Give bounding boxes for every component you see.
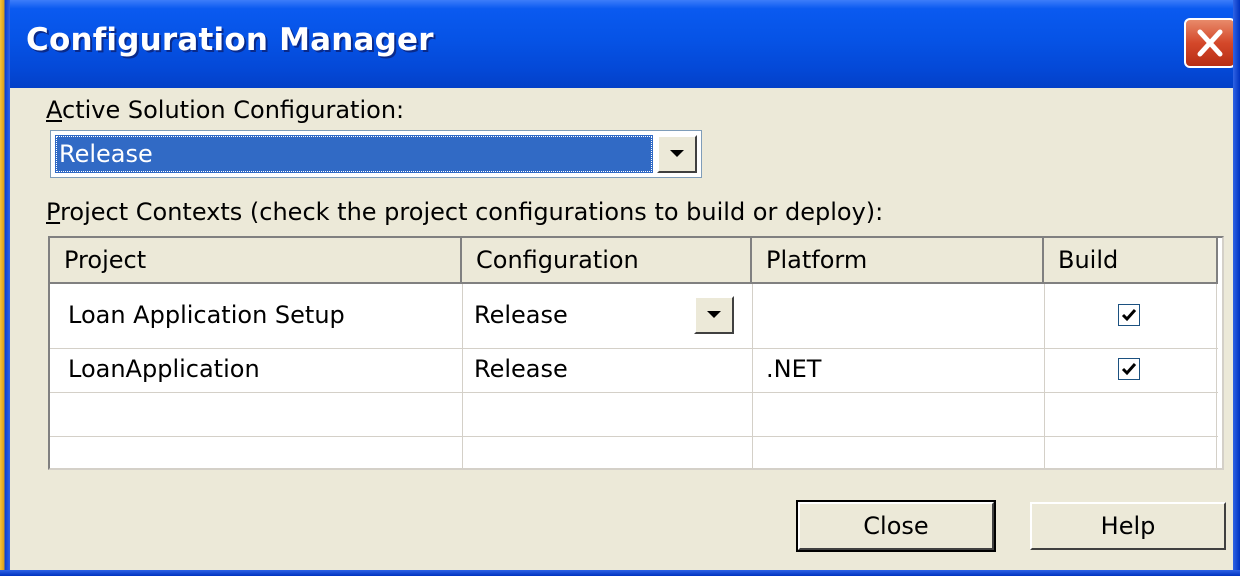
project-contexts-label-text: roject Contexts (check the project confi… bbox=[60, 198, 884, 226]
active-config-dropdown-button[interactable] bbox=[657, 135, 697, 173]
close-icon bbox=[1197, 29, 1223, 57]
window-title: Configuration Manager bbox=[26, 22, 434, 58]
row-1-build-checkbox[interactable] bbox=[1118, 304, 1140, 326]
column-header-build[interactable]: Build bbox=[1044, 238, 1218, 284]
row-1-configuration[interactable]: Release bbox=[474, 300, 568, 330]
configuration-manager-window: Configuration Manager Active Solution Co… bbox=[0, 0, 1240, 576]
grid-column-divider bbox=[1216, 284, 1217, 468]
grid-row-divider bbox=[50, 436, 1218, 437]
column-header-configuration[interactable]: Configuration bbox=[462, 238, 752, 284]
active-config-accel: A bbox=[46, 96, 62, 124]
help-button[interactable]: Help bbox=[1030, 502, 1226, 550]
title-bar[interactable]: Configuration Manager bbox=[0, 0, 1240, 88]
grid-column-divider bbox=[1044, 284, 1045, 468]
row-1-configuration-dropdown[interactable] bbox=[694, 296, 734, 334]
row-2-configuration[interactable]: Release bbox=[474, 354, 568, 384]
project-contexts-accel: P bbox=[46, 198, 61, 226]
window-frame-bottom bbox=[0, 570, 1240, 576]
row-1-project[interactable]: Loan Application Setup bbox=[68, 300, 345, 330]
grid-column-divider bbox=[462, 284, 463, 468]
grid-row-divider bbox=[50, 392, 1218, 393]
active-config-label: Active Solution Configuration: bbox=[46, 96, 404, 124]
active-config-value: Release bbox=[55, 135, 653, 173]
grid-row-divider bbox=[50, 348, 1218, 349]
window-close-button[interactable] bbox=[1184, 18, 1236, 68]
window-frame-left bbox=[0, 0, 10, 576]
close-button[interactable]: Close bbox=[796, 500, 996, 552]
column-header-platform[interactable]: Platform bbox=[752, 238, 1044, 284]
column-header-project[interactable]: Project bbox=[50, 238, 462, 284]
row-2-project[interactable]: LoanApplication bbox=[68, 354, 260, 384]
project-contexts-grid: Project Configuration Platform Build Loa… bbox=[48, 236, 1224, 470]
row-2-build-checkbox[interactable] bbox=[1118, 358, 1140, 380]
active-config-select[interactable]: Release bbox=[50, 130, 702, 178]
window-frame-right bbox=[1233, 0, 1240, 576]
checkmark-icon bbox=[1121, 309, 1137, 322]
project-contexts-label: Project Contexts (check the project conf… bbox=[46, 198, 883, 226]
grid-column-divider bbox=[752, 284, 753, 468]
checkmark-icon bbox=[1121, 363, 1137, 376]
active-config-label-text: ctive Solution Configuration: bbox=[62, 96, 405, 124]
row-2-platform[interactable]: .NET bbox=[766, 354, 821, 384]
